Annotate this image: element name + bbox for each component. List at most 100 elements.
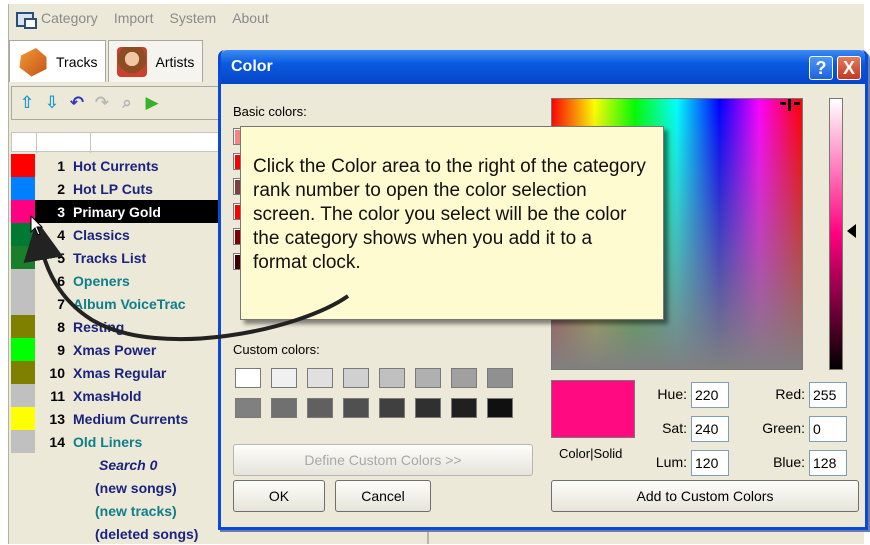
custom-color-swatch[interactable] xyxy=(379,398,405,418)
category-row[interactable]: 13 Medium Currents xyxy=(11,407,227,430)
tab-tracks[interactable]: Tracks xyxy=(9,40,107,82)
list-item[interactable]: (deleted songs) xyxy=(11,522,227,545)
color-preview xyxy=(551,380,635,438)
custom-color-swatch[interactable] xyxy=(343,398,369,418)
category-color-swatch[interactable] xyxy=(11,246,35,269)
category-row[interactable]: 14 Old Liners xyxy=(11,430,227,453)
custom-color-swatch[interactable] xyxy=(487,398,513,418)
tab-artists[interactable]: Artists xyxy=(108,40,204,82)
category-color-swatch[interactable] xyxy=(11,361,35,384)
category-color-swatch[interactable] xyxy=(11,154,35,177)
lum-field[interactable]: 120 xyxy=(691,450,729,476)
move-up-icon[interactable]: ⇧ xyxy=(16,91,38,115)
custom-color-swatch[interactable] xyxy=(307,398,333,418)
list-item[interactable]: (new tracks) xyxy=(11,499,227,522)
custom-color-swatch[interactable] xyxy=(271,368,297,388)
redo-icon[interactable]: ↷ xyxy=(91,91,113,115)
category-cell: 3 Primary Gold xyxy=(35,200,227,223)
tab-artists-label: Artists xyxy=(155,53,195,70)
category-name: Album VoiceTrac xyxy=(73,295,186,312)
category-name: Hot LP Cuts xyxy=(73,180,153,197)
custom-color-swatch[interactable] xyxy=(235,398,261,418)
custom-color-swatch[interactable] xyxy=(379,368,405,388)
dialog-titlebar: Color ? X xyxy=(221,50,865,84)
category-color-swatch[interactable] xyxy=(11,407,35,430)
move-down-icon[interactable]: ⇩ xyxy=(41,91,63,115)
category-name: Old Liners xyxy=(73,433,143,450)
custom-color-swatch[interactable] xyxy=(451,368,477,388)
category-list-header xyxy=(11,132,227,153)
header-separator[interactable] xyxy=(36,133,37,153)
custom-colors-label: Custom colors: xyxy=(233,342,320,357)
category-color-swatch[interactable] xyxy=(11,338,35,361)
category-color-swatch[interactable] xyxy=(11,384,35,407)
category-cell: 13 Medium Currents xyxy=(35,407,227,430)
category-row[interactable]: 2 Hot LP Cuts xyxy=(11,177,227,200)
cancel-button[interactable]: Cancel xyxy=(335,480,431,512)
custom-color-swatch[interactable] xyxy=(343,368,369,388)
custom-color-swatch[interactable] xyxy=(415,368,441,388)
category-name: Hot Currents xyxy=(73,157,159,174)
custom-color-swatch[interactable] xyxy=(415,398,441,418)
category-name: Tracks List xyxy=(73,249,147,266)
undo-icon[interactable]: ↶ xyxy=(66,91,88,115)
custom-color-swatch[interactable] xyxy=(235,368,261,388)
header-separator[interactable] xyxy=(90,133,91,153)
category-row[interactable]: 7 Album VoiceTrac xyxy=(11,292,227,315)
category-row[interactable]: 10 Xmas Regular xyxy=(11,361,227,384)
category-rank: 6 xyxy=(57,272,65,289)
category-list: 1 Hot Currents 2 Hot LP Cuts 3 Primary Gold 4 C… xyxy=(11,154,227,545)
category-color-swatch[interactable] xyxy=(11,292,35,315)
luminosity-arrow-icon[interactable] xyxy=(847,224,856,238)
category-rank: 11 xyxy=(50,387,65,404)
category-color-swatch[interactable] xyxy=(11,177,35,200)
custom-color-swatch[interactable] xyxy=(307,368,333,388)
category-name: Classics xyxy=(73,226,130,243)
dialog-title: Color xyxy=(231,58,273,75)
ok-button[interactable]: OK xyxy=(233,480,325,512)
close-button[interactable]: X xyxy=(837,56,861,80)
menu-category[interactable]: Category xyxy=(41,10,98,26)
category-color-swatch[interactable] xyxy=(11,430,35,453)
category-cell: 10 Xmas Regular xyxy=(35,361,227,384)
custom-color-swatch[interactable] xyxy=(487,368,513,388)
sat-field[interactable]: 240 xyxy=(691,416,729,442)
category-cell: 14 Old Liners xyxy=(35,430,227,453)
category-cell: 6 Openers xyxy=(35,269,227,292)
red-field[interactable]: 255 xyxy=(809,382,847,408)
crosshair-icon[interactable] xyxy=(780,99,800,113)
help-button[interactable]: ? xyxy=(809,56,833,80)
category-color-swatch[interactable] xyxy=(11,269,35,292)
category-name: XmasHold xyxy=(73,387,142,404)
custom-color-swatch[interactable] xyxy=(451,398,477,418)
category-row[interactable]: 5 Tracks List xyxy=(11,246,227,269)
category-rank: 9 xyxy=(57,341,65,358)
category-row[interactable]: 9 Xmas Power xyxy=(11,338,227,361)
category-row[interactable]: 1 Hot Currents xyxy=(11,154,227,177)
hue-field[interactable]: 220 xyxy=(691,382,729,408)
menu-about[interactable]: About xyxy=(232,10,269,26)
category-row[interactable]: 6 Openers xyxy=(11,269,227,292)
blue-field[interactable]: 128 xyxy=(809,450,847,476)
category-color-swatch[interactable] xyxy=(11,315,35,338)
category-row[interactable]: 8 Resting xyxy=(11,315,227,338)
category-rank: 2 xyxy=(57,180,65,197)
category-cell: 9 Xmas Power xyxy=(35,338,227,361)
find-icon[interactable]: ⌕ xyxy=(116,91,138,115)
category-cell: 11 XmasHold xyxy=(35,384,227,407)
custom-color-swatch[interactable] xyxy=(271,398,297,418)
green-field[interactable]: 0 xyxy=(809,416,847,442)
luminosity-slider[interactable] xyxy=(829,98,843,370)
list-item[interactable]: (new songs) xyxy=(11,476,227,499)
hue-label: Hue: xyxy=(657,386,687,402)
list-item[interactable]: Search 0 xyxy=(11,453,227,476)
mouse-pointer-icon xyxy=(30,215,44,236)
play-icon[interactable]: ▶ xyxy=(141,91,163,115)
add-to-custom-colors-button[interactable]: Add to Custom Colors xyxy=(551,480,859,512)
menu-system[interactable]: System xyxy=(170,10,217,26)
lum-label: Lum: xyxy=(655,454,687,470)
category-row[interactable]: 11 XmasHold xyxy=(11,384,227,407)
menu-import[interactable]: Import xyxy=(114,10,154,26)
define-custom-colors-button[interactable]: Define Custom Colors >> xyxy=(233,444,533,476)
category-cell: 8 Resting xyxy=(35,315,227,338)
